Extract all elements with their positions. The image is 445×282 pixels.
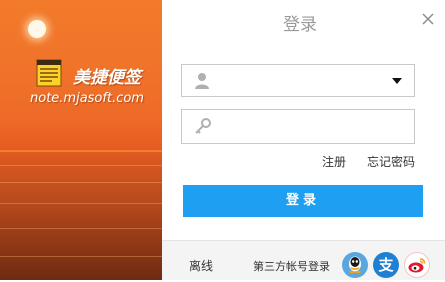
password-field[interactable] — [181, 109, 415, 144]
water-reflection — [0, 203, 162, 204]
footer-bar: 离线 第三方帐号登录 支 — [162, 240, 445, 280]
water-reflection — [0, 228, 162, 229]
horizon-line — [0, 150, 162, 152]
close-icon[interactable] — [420, 11, 436, 27]
sunset-banner: 美捷便签 note.mjasoft.com — [0, 0, 162, 280]
offline-link[interactable]: 离线 — [189, 257, 213, 274]
register-link[interactable]: 注册 — [322, 153, 346, 170]
third-party-login-label: 第三方帐号登录 — [253, 260, 330, 273]
brand-name: 美捷便签 — [73, 68, 141, 88]
weibo-icon — [408, 258, 426, 273]
forgot-password-link[interactable]: 忘记密码 — [367, 153, 415, 170]
window-title: 登录 — [283, 15, 317, 35]
user-icon — [195, 73, 209, 89]
login-button[interactable]: 登录 — [183, 185, 423, 217]
password-input[interactable] — [222, 114, 386, 140]
account-field[interactable] — [181, 64, 415, 97]
alipay-login-button[interactable]: 支 — [373, 252, 399, 278]
water-reflection — [0, 256, 162, 257]
water-reflection — [0, 165, 162, 166]
water-reflection — [0, 182, 162, 183]
sun — [28, 20, 46, 38]
account-input[interactable] — [222, 69, 386, 95]
login-window: 美捷便签 note.mjasoft.com 登录 注册 忘记密码 登录 离线 第… — [0, 0, 445, 280]
key-icon — [195, 118, 211, 134]
qq-icon — [349, 256, 361, 274]
alipay-icon: 支 — [378, 256, 394, 274]
weibo-login-button[interactable] — [404, 252, 430, 278]
chevron-down-icon[interactable] — [392, 78, 402, 84]
qq-login-button[interactable] — [342, 252, 368, 278]
brand-url: note.mjasoft.com — [30, 91, 144, 106]
notepad-logo-icon — [36, 59, 62, 87]
